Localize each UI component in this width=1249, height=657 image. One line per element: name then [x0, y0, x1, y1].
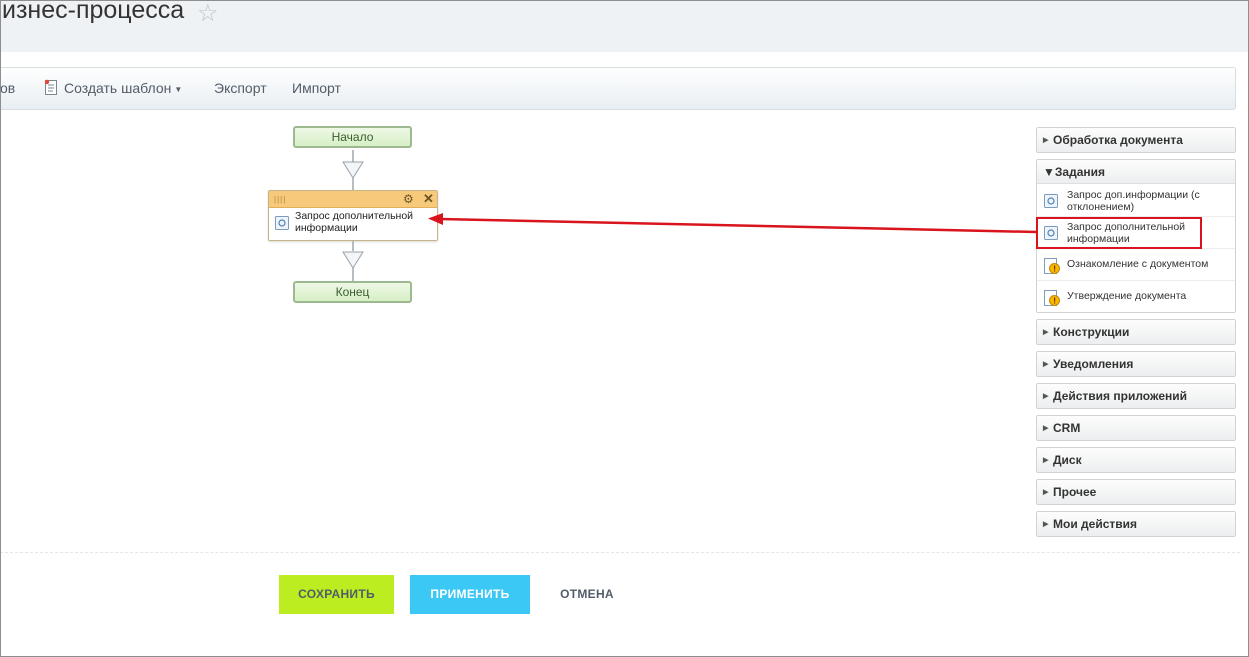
cancel-button[interactable]: ОТМЕНА — [547, 575, 627, 614]
flow-arrow-icon — [342, 251, 364, 269]
request-info-icon — [1044, 194, 1058, 208]
drag-handle-icon[interactable]: |||| — [274, 195, 286, 204]
create-template-button[interactable]: Создать шаблон ▼ — [44, 68, 182, 109]
export-button[interactable]: Экспорт — [214, 68, 267, 109]
chevron-down-icon: ▼ — [1043, 165, 1055, 179]
chevron-right-icon: ▶ — [1043, 328, 1049, 336]
task-item-familiarization[interactable]: Ознакомление с документом — [1037, 249, 1235, 281]
document-warning-icon — [1044, 290, 1060, 306]
task-item-approval[interactable]: Утверждение документа — [1037, 281, 1235, 313]
section-disk[interactable]: ▶ Диск — [1036, 447, 1236, 473]
document-icon — [44, 80, 57, 96]
chevron-right-icon: ▶ — [1043, 392, 1049, 400]
section-other[interactable]: ▶ Прочее — [1036, 479, 1236, 505]
import-button[interactable]: Импорт — [292, 68, 341, 109]
section-constructions[interactable]: ▶ Конструкции — [1036, 319, 1236, 345]
gear-icon[interactable]: ⚙ — [403, 191, 414, 207]
task-item-request-info[interactable]: Запрос дополнительной информации — [1037, 217, 1235, 249]
document-warning-icon — [1044, 258, 1060, 274]
chevron-right-icon: ▶ — [1043, 456, 1049, 464]
activity-block[interactable]: |||| ⚙ ✕ Запрос дополнительной информаци… — [268, 190, 438, 241]
chevron-right-icon: ▶ — [1043, 488, 1049, 496]
page-title: изнес-процесса — [2, 0, 185, 24]
title-bar: изнес-процесса ☆ — [0, 0, 1249, 52]
section-tasks: ▼Задания Запрос доп.информации (с отклон… — [1036, 159, 1236, 313]
close-icon[interactable]: ✕ — [423, 190, 434, 207]
activity-header[interactable]: |||| ⚙ ✕ — [269, 191, 437, 208]
end-node[interactable]: Конец — [293, 281, 412, 303]
connector-line — [352, 241, 354, 251]
create-template-label: Создать шаблон — [64, 80, 172, 96]
chevron-right-icon: ▶ — [1043, 520, 1049, 528]
section-my-actions[interactable]: ▶ Мои действия — [1036, 511, 1236, 537]
chevron-right-icon: ▶ — [1043, 136, 1049, 144]
connector-line — [352, 268, 354, 281]
section-notifications[interactable]: ▶ Уведомления — [1036, 351, 1236, 377]
toolbar: ов Создать шаблон ▼ Экспорт Импорт — [0, 67, 1236, 110]
request-info-icon — [1044, 226, 1058, 240]
section-crm[interactable]: ▶ CRM — [1036, 415, 1236, 441]
start-node[interactable]: Начало — [293, 126, 412, 148]
save-button[interactable]: СОХРАНИТЬ — [279, 575, 394, 614]
activity-label: Запрос дополнительной информации — [295, 210, 414, 234]
task-item-request-with-rejection[interactable]: Запрос доп.информации (с отклонением) — [1037, 185, 1235, 217]
section-document-processing[interactable]: ▶ Обработка документа — [1036, 127, 1236, 153]
divider — [0, 552, 1240, 553]
star-icon[interactable]: ☆ — [197, 0, 219, 28]
request-info-icon — [275, 216, 289, 230]
apply-button[interactable]: ПРИМЕНИТЬ — [410, 575, 530, 614]
toolbar-item-partial[interactable]: ов — [0, 68, 15, 109]
flow-arrow-icon — [342, 161, 364, 179]
section-app-actions[interactable]: ▶ Действия приложений — [1036, 383, 1236, 409]
chevron-right-icon: ▶ — [1043, 424, 1049, 432]
chevron-right-icon: ▶ — [1043, 360, 1049, 368]
connector-line — [352, 178, 354, 190]
chevron-down-icon: ▼ — [174, 84, 183, 94]
section-tasks-header[interactable]: ▼Задания — [1037, 160, 1235, 184]
